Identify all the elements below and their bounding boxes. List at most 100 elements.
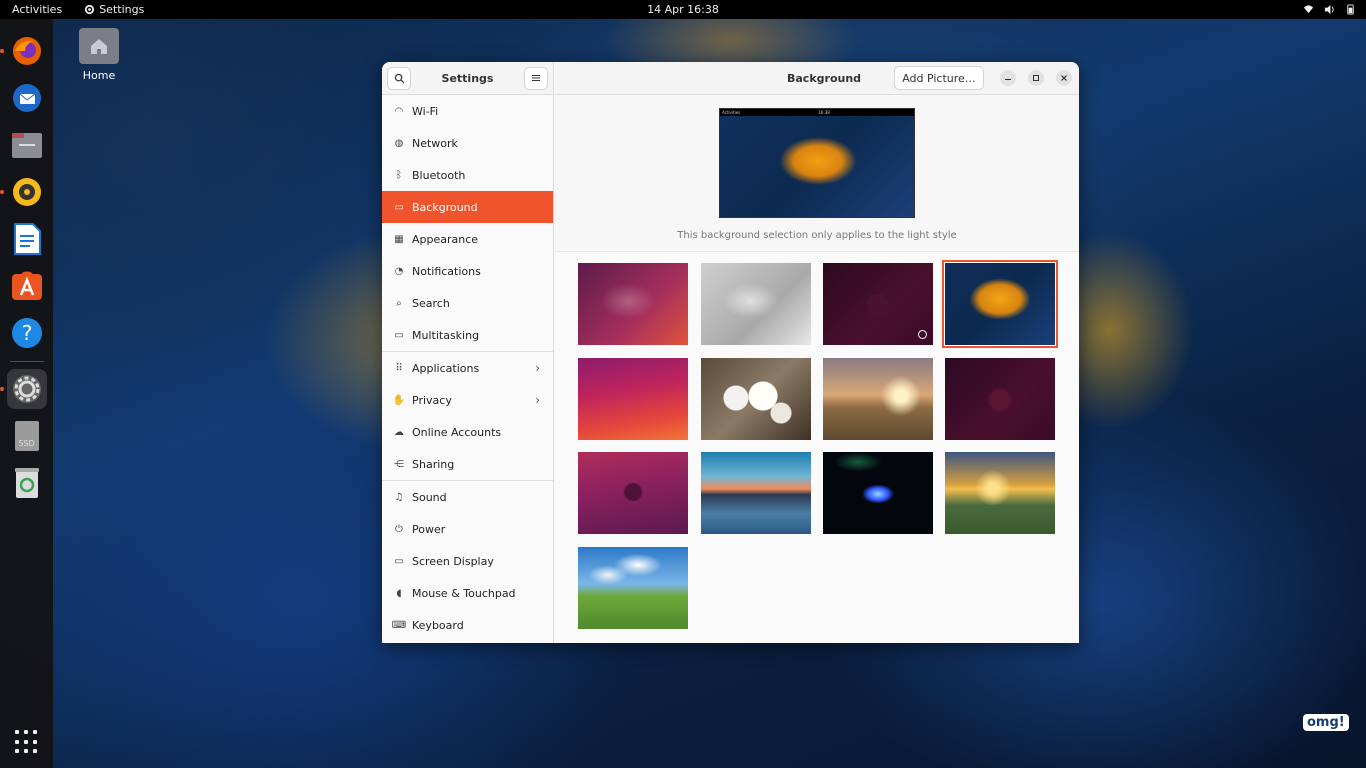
sidebar-item-label: Notifications: [412, 264, 481, 278]
minimize-button[interactable]: [1000, 70, 1016, 86]
background-panel: Background Add Picture… Activities 16:38…: [555, 62, 1079, 643]
app-menu-label: Settings: [99, 3, 145, 16]
dock-help[interactable]: ?: [7, 313, 47, 353]
wallpaper-dark-jellyfish[interactable]: [945, 358, 1055, 440]
files-icon: [11, 133, 42, 158]
running-indicator: [0, 49, 4, 53]
sidebar-item-sharing[interactable]: ⋲ Sharing: [382, 448, 553, 480]
cloud-icon: ☁: [394, 426, 404, 438]
sidebar-item-applications[interactable]: ⠿ Applications ›: [382, 352, 553, 384]
sidebar-item-online-accounts[interactable]: ☁ Online Accounts: [382, 416, 553, 448]
sidebar-item-label: Search: [412, 296, 450, 310]
sidebar-item-search[interactable]: ⌕ Search: [382, 287, 553, 319]
firefox-icon: [12, 37, 41, 65]
dock-app-center[interactable]: [7, 266, 47, 306]
sidebar-item-power[interactable]: ⏻ Power: [382, 513, 553, 545]
monitor-icon: ▭: [394, 201, 404, 213]
sidebar-item-label: Privacy: [412, 393, 452, 407]
sidebar-item-screen-display[interactable]: ▭ Screen Display: [382, 545, 553, 577]
sidebar-item-notifications[interactable]: ◔ Notifications: [382, 255, 553, 287]
background-preview: Activities 16:38: [719, 108, 915, 218]
hamburger-menu-icon: [532, 75, 540, 81]
preview-top-bar: Activities 16:38: [720, 109, 914, 116]
sidebar-item-privacy[interactable]: ✋ Privacy ›: [382, 384, 553, 416]
sidebar-item-appearance[interactable]: ▦ Appearance: [382, 223, 553, 255]
wallpaper-sunflower-selected[interactable]: [942, 260, 1058, 348]
sidebar-item-label: Multitasking: [412, 328, 480, 342]
top-bar: Activities Settings 14 Apr 16:38: [0, 0, 1366, 19]
search-icon: ⌕: [396, 297, 402, 309]
background-preview-area: Activities 16:38 This background selecti…: [555, 95, 1079, 252]
dock: ? SSD: [0, 19, 53, 768]
activities-button[interactable]: Activities: [12, 3, 62, 16]
wallpaper-blue-light[interactable]: [823, 452, 933, 534]
sidebar-item-network[interactable]: ◍ Network: [382, 127, 553, 159]
sidebar-item-multitasking[interactable]: ▭ Multitasking: [382, 319, 553, 351]
settings-icon: [12, 375, 41, 403]
dock-thunderbird[interactable]: [7, 78, 47, 118]
wallpaper-jellyfish-purple[interactable]: [578, 263, 688, 345]
sidebar-item-label: Applications: [412, 361, 480, 375]
light-style-note: This background selection only applies t…: [677, 230, 957, 241]
app-menu[interactable]: Settings: [84, 3, 144, 16]
dock-settings[interactable]: [0, 369, 47, 409]
wallpaper-mountain-sunset[interactable]: [945, 452, 1055, 534]
libreoffice-writer-icon: [13, 223, 41, 255]
dock-files[interactable]: [7, 125, 47, 165]
battery-icon: [1347, 4, 1354, 15]
sidebar-item-label: Mouse & Touchpad: [412, 586, 516, 600]
power-icon: ⏻: [395, 523, 403, 535]
minimize-icon: [1005, 79, 1011, 80]
search-button[interactable]: [387, 66, 411, 90]
system-tray[interactable]: [1303, 4, 1356, 15]
main-menu-button[interactable]: [524, 66, 548, 90]
keyboard-icon: ⌨: [391, 619, 407, 631]
chevron-right-icon: ›: [535, 361, 540, 375]
wallpaper-green-hills[interactable]: [578, 547, 688, 629]
wallpaper-pink-jellyfish[interactable]: [578, 452, 688, 534]
sidebar-item-bluetooth[interactable]: ᛒ Bluetooth: [382, 159, 553, 191]
preview-activities-label: Activities: [722, 110, 741, 115]
dock-writer[interactable]: [7, 219, 47, 259]
bluetooth-icon: ᛒ: [396, 169, 402, 181]
multitasking-icon: ▭: [394, 329, 404, 341]
bell-icon: ◔: [394, 265, 404, 277]
appearance-icon: ▦: [394, 233, 404, 245]
dock-firefox[interactable]: [0, 31, 47, 71]
sidebar-item-mouse-touchpad[interactable]: ◖ Mouse & Touchpad: [382, 577, 553, 609]
sidebar-title: Settings: [441, 71, 494, 85]
dock-ssd[interactable]: SSD: [7, 416, 47, 456]
sidebar-item-background[interactable]: ▭ Background: [382, 191, 553, 223]
desktop-home-icon[interactable]: Home: [78, 28, 120, 82]
close-button[interactable]: [1056, 70, 1072, 86]
content-header: Background Add Picture…: [555, 62, 1079, 95]
sidebar-item-wi-fi[interactable]: ◠ Wi-Fi: [382, 95, 553, 127]
add-picture-button[interactable]: Add Picture…: [894, 66, 984, 90]
sidebar-item-sound[interactable]: ♫ Sound: [382, 481, 553, 513]
home-folder-icon: [79, 28, 119, 64]
wallpaper-sunset-field[interactable]: [823, 358, 933, 440]
wallpaper-jellyfish-grey[interactable]: [701, 263, 811, 345]
rhythmbox-icon: [12, 178, 41, 206]
sidebar-item-label: Wi-Fi: [412, 104, 439, 118]
wallpaper-white-blossom[interactable]: [701, 358, 811, 440]
sidebar-item-label: Network: [412, 136, 458, 150]
sidebar-item-keyboard[interactable]: ⌨ Keyboard: [382, 609, 553, 641]
sidebar-item-label: Sound: [412, 490, 447, 504]
mouse-icon: ◖: [396, 587, 402, 599]
wallpaper-magenta-waves[interactable]: [578, 358, 688, 440]
dynamic-clock-badge-icon: [918, 330, 927, 339]
wifi-icon: [1303, 5, 1314, 14]
preview-clock-label: 16:38: [818, 110, 830, 115]
clock[interactable]: 14 Apr 16:38: [647, 3, 719, 16]
sidebar-header: Settings: [382, 62, 553, 95]
wallpaper-lake-sunset[interactable]: [701, 452, 811, 534]
dock-trash[interactable]: [7, 463, 47, 503]
globe-icon: ◍: [394, 137, 404, 149]
maximize-button[interactable]: [1028, 70, 1044, 86]
wallpaper-dark-jellyfish-dynamic[interactable]: [823, 263, 933, 345]
dock-rhythmbox[interactable]: [0, 172, 47, 212]
show-applications-button[interactable]: [15, 730, 39, 754]
apps-icon: ⠿: [395, 362, 403, 374]
trash-icon: [14, 468, 39, 498]
